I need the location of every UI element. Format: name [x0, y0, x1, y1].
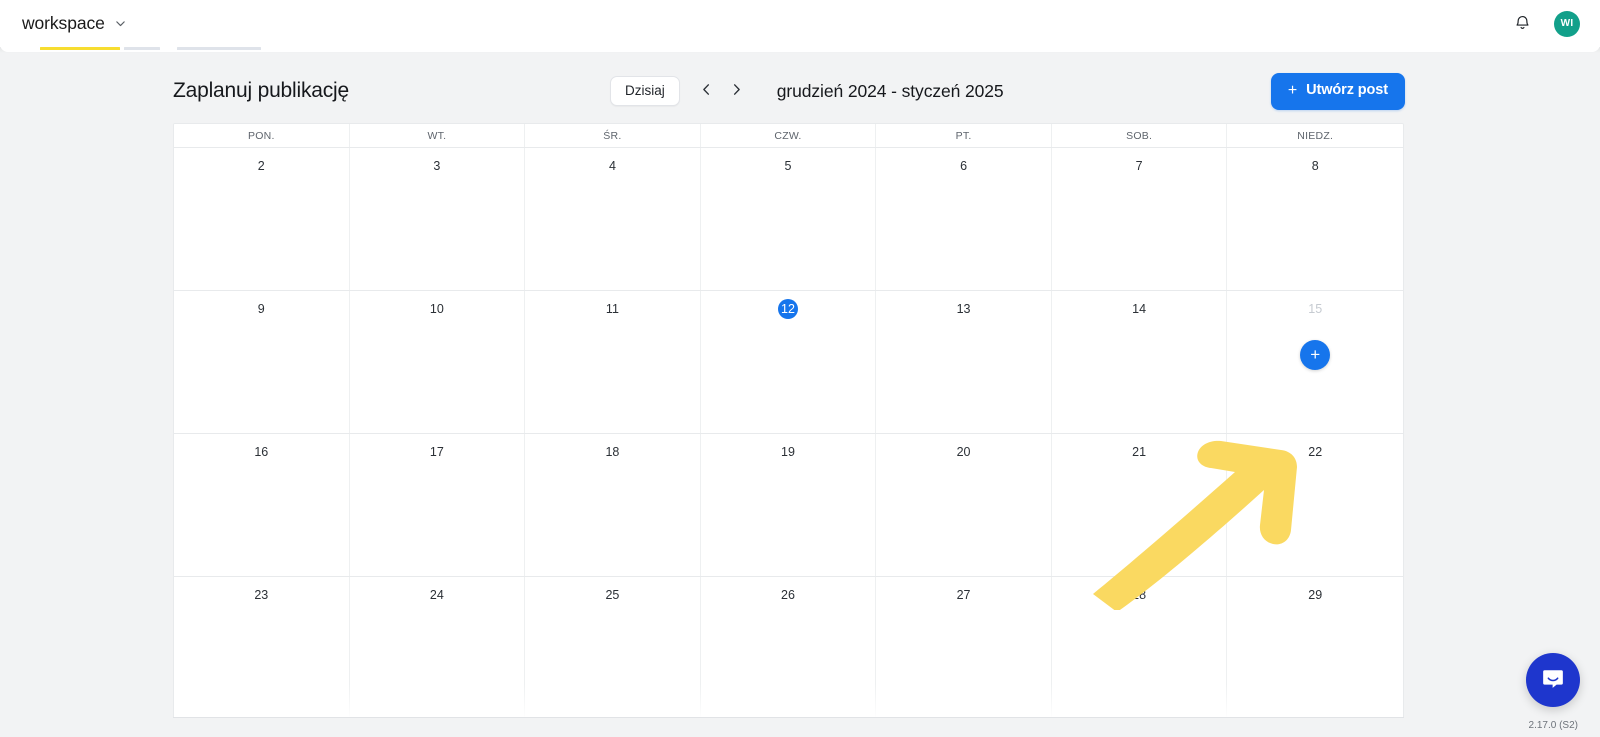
- create-post-button[interactable]: + Utwórz post: [1270, 72, 1405, 110]
- day-number: 12: [781, 302, 795, 316]
- day-cell[interactable]: 10: [349, 291, 526, 433]
- calendar-grid: PON. WT. ŚR. CZW. PT. SOB. NIEDZ. 2 3 4 …: [173, 123, 1404, 718]
- bell-icon: [1513, 13, 1532, 35]
- day-cell[interactable]: 7: [1051, 148, 1228, 290]
- day-number: 27: [956, 588, 971, 602]
- day-cell[interactable]: 11: [525, 291, 701, 433]
- day-cell[interactable]: 14: [1051, 291, 1228, 433]
- chevron-down-icon: [114, 17, 127, 30]
- day-cell[interactable]: 25: [525, 577, 701, 718]
- day-number: 23: [254, 588, 269, 602]
- day-cell[interactable]: 17: [349, 434, 526, 576]
- day-cell[interactable]: 21: [1051, 434, 1228, 576]
- day-number: 21: [1132, 445, 1147, 459]
- day-number: 7: [1135, 159, 1143, 173]
- weekday-header: ŚR.: [525, 124, 701, 147]
- intercom-launcher-button[interactable]: [1526, 653, 1580, 707]
- day-cell[interactable]: 26: [700, 577, 877, 718]
- day-number: 18: [605, 445, 620, 459]
- day-cell[interactable]: 29: [1227, 577, 1403, 718]
- day-number: 16: [254, 445, 269, 459]
- calendar-navigation: Dzisiaj grudzień 2024 - styczeń 2025: [610, 75, 1004, 107]
- day-cell-hovered[interactable]: 15 +: [1227, 291, 1403, 433]
- day-number: 5: [784, 159, 792, 173]
- day-cell-today[interactable]: 12: [700, 291, 877, 433]
- day-number: 10: [429, 302, 444, 316]
- day-cell[interactable]: 28: [1051, 577, 1228, 718]
- chevron-left-icon: [699, 82, 714, 100]
- workspace-switcher[interactable]: workspace: [18, 10, 131, 37]
- day-cell[interactable]: 24: [349, 577, 526, 718]
- calendar-bottom-border: [173, 717, 1404, 718]
- day-number: 14: [1132, 302, 1147, 316]
- day-number: 3: [433, 159, 441, 173]
- day-number: 13: [956, 302, 971, 316]
- day-cell[interactable]: 27: [876, 577, 1052, 718]
- day-number: 20: [956, 445, 971, 459]
- workspace-name: workspace: [22, 13, 105, 33]
- day-cell[interactable]: 20: [876, 434, 1052, 576]
- day-cell[interactable]: 8: [1227, 148, 1403, 290]
- day-number: 2: [257, 159, 265, 173]
- page-title: Zaplanuj publikację: [173, 79, 349, 102]
- today-button[interactable]: Dzisiaj: [610, 75, 680, 107]
- day-number: 9: [257, 302, 265, 316]
- day-number: 19: [781, 445, 795, 459]
- weekday-header: SOB.: [1052, 124, 1228, 147]
- weekday-header: PT.: [876, 124, 1052, 147]
- day-cell[interactable]: 22: [1227, 434, 1403, 576]
- weekday-header: NIEDZ.: [1297, 129, 1334, 142]
- add-post-button[interactable]: +: [1300, 340, 1331, 370]
- notifications-button[interactable]: [1509, 11, 1535, 37]
- avatar[interactable]: WI: [1554, 10, 1580, 37]
- day-number: 4: [608, 159, 616, 173]
- day-cell[interactable]: 18: [525, 434, 701, 576]
- day-number: 6: [960, 159, 968, 173]
- calendar-week-row: 16 17 18 19 20 21 22: [174, 434, 1403, 577]
- next-period-button[interactable]: [722, 76, 752, 106]
- day-number: 25: [605, 588, 620, 602]
- day-cell[interactable]: 23: [174, 577, 350, 718]
- plus-icon: +: [1287, 81, 1298, 99]
- avatar-initials: WI: [1560, 18, 1574, 29]
- create-post-label: Utwórz post: [1306, 82, 1388, 99]
- day-cell[interactable]: 6: [876, 148, 1052, 290]
- day-number: 15: [1308, 302, 1323, 316]
- calendar-week-row: 9 10 11 12 13 14 15 +: [174, 291, 1403, 434]
- weekday-header: PON.: [174, 124, 350, 147]
- chevron-right-icon: [729, 82, 744, 100]
- chat-bubble-icon: [1540, 666, 1566, 695]
- day-number: 8: [1311, 159, 1319, 173]
- weekday-header: WT.: [350, 124, 526, 147]
- day-cell[interactable]: 3: [349, 148, 526, 290]
- day-number: 17: [429, 445, 444, 459]
- app-root: workspace WI Zaplanuj publikację Dzisiaj…: [0, 0, 1600, 737]
- day-number: 28: [1132, 588, 1147, 602]
- version-label: 2.17.0 (S2): [1528, 720, 1578, 731]
- day-number: 24: [429, 588, 444, 602]
- weekday-header-row: PON. WT. ŚR. CZW. PT. SOB. NIEDZ.: [174, 124, 1403, 148]
- calendar-toolbar: Zaplanuj publikację Dzisiaj grudzień 202…: [173, 62, 1405, 120]
- day-cell[interactable]: 13: [876, 291, 1052, 433]
- day-cell[interactable]: 19: [700, 434, 877, 576]
- day-number: 26: [781, 588, 795, 602]
- date-range-label: grudzień 2024 - styczeń 2025: [776, 80, 1004, 101]
- day-cell[interactable]: 16: [174, 434, 350, 576]
- day-number: 29: [1308, 588, 1323, 602]
- top-navigation-bar: workspace WI: [0, 0, 1600, 47]
- calendar-week-row: 2 3 4 5 6 7 8: [174, 148, 1403, 291]
- day-cell[interactable]: 9: [174, 291, 350, 433]
- weekday-header: CZW.: [701, 124, 877, 147]
- previous-period-button[interactable]: [692, 76, 722, 106]
- day-number: 11: [605, 302, 619, 316]
- day-cell[interactable]: 2: [174, 148, 350, 290]
- day-number: 22: [1308, 445, 1323, 459]
- calendar-week-row: 23 24 25 26 27 28 29: [174, 577, 1403, 718]
- day-cell[interactable]: 5: [700, 148, 877, 290]
- topbar-actions: WI: [1509, 10, 1580, 37]
- day-cell[interactable]: 4: [525, 148, 701, 290]
